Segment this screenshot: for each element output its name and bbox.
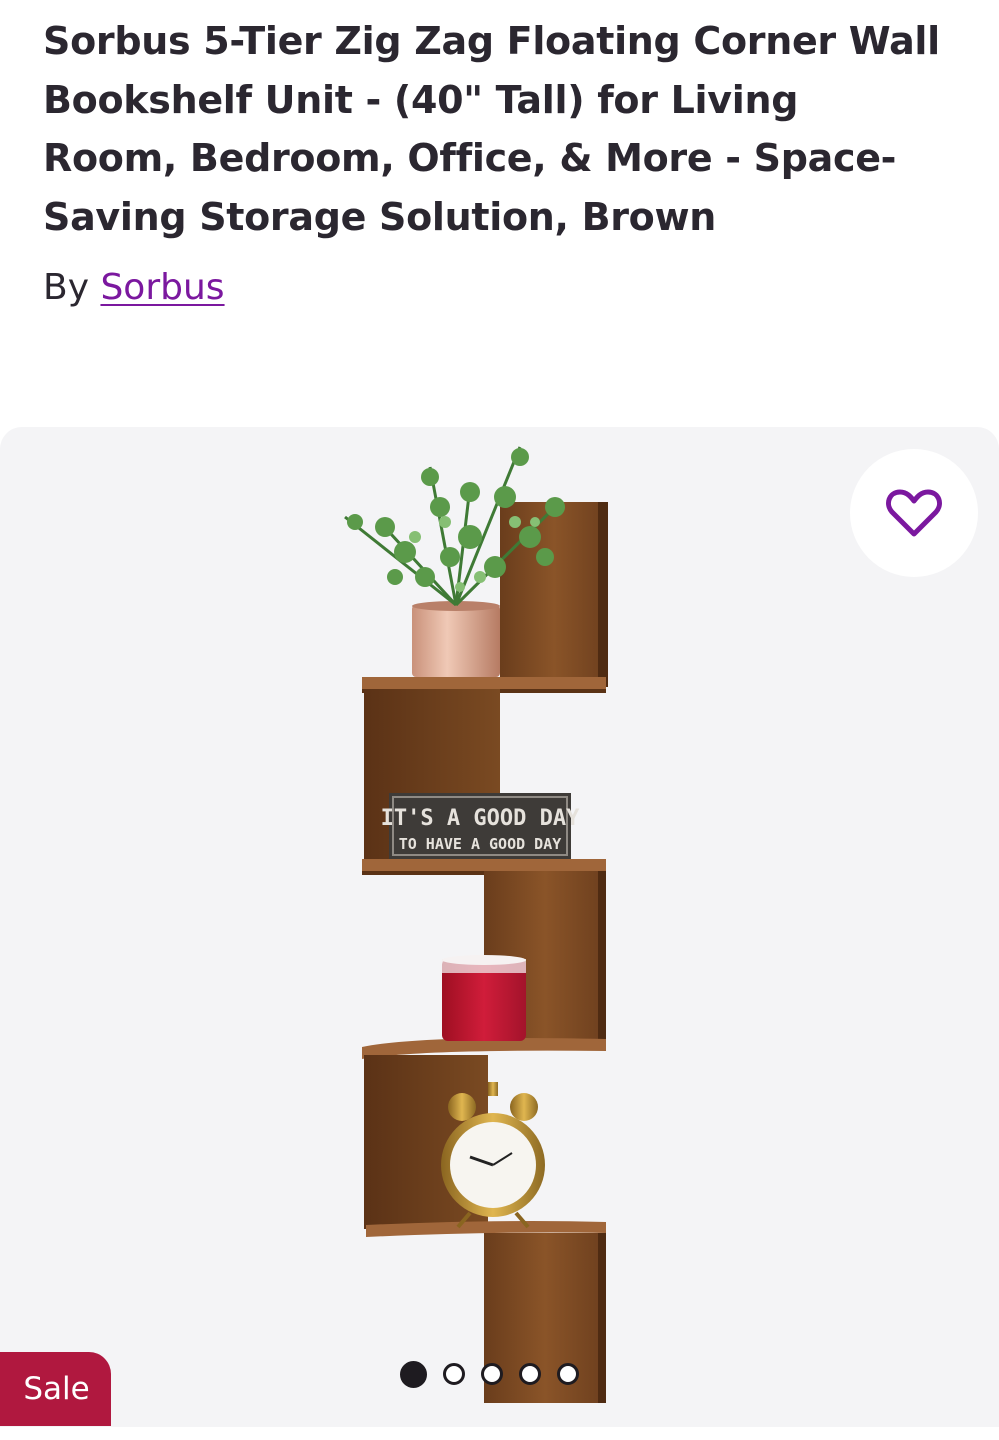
heart-outline-icon [886,489,942,537]
product-image-gallery[interactable]: IT'S A GOOD DAY TO HAVE A GOOD DAY [0,427,999,1427]
sign-text-line1: IT'S A GOOD DAY [381,806,580,831]
byline: By Sorbus [43,264,943,312]
carousel-dot[interactable] [519,1363,541,1385]
sign-text-line2: TO HAVE A GOOD DAY [399,835,562,853]
brand-link[interactable]: Sorbus [100,267,224,308]
carousel-dot[interactable] [481,1363,503,1385]
favorite-button[interactable] [850,449,978,577]
carousel-dot[interactable] [400,1360,427,1388]
decorative-sign: IT'S A GOOD DAY TO HAVE A GOOD DAY [381,793,580,859]
candle-decoration [442,955,526,1041]
product-image[interactable]: IT'S A GOOD DAY TO HAVE A GOOD DAY [0,427,999,1427]
sale-badge: Sale [0,1352,111,1426]
carousel-dot[interactable] [443,1363,465,1385]
carousel-pagination [400,1360,579,1388]
product-title: Sorbus 5-Tier Zig Zag Floating Corner Wa… [43,19,940,239]
byline-prefix: By [43,267,101,308]
carousel-dot[interactable] [557,1363,579,1385]
product-header: Sorbus 5-Tier Zig Zag Floating Corner Wa… [43,12,943,312]
